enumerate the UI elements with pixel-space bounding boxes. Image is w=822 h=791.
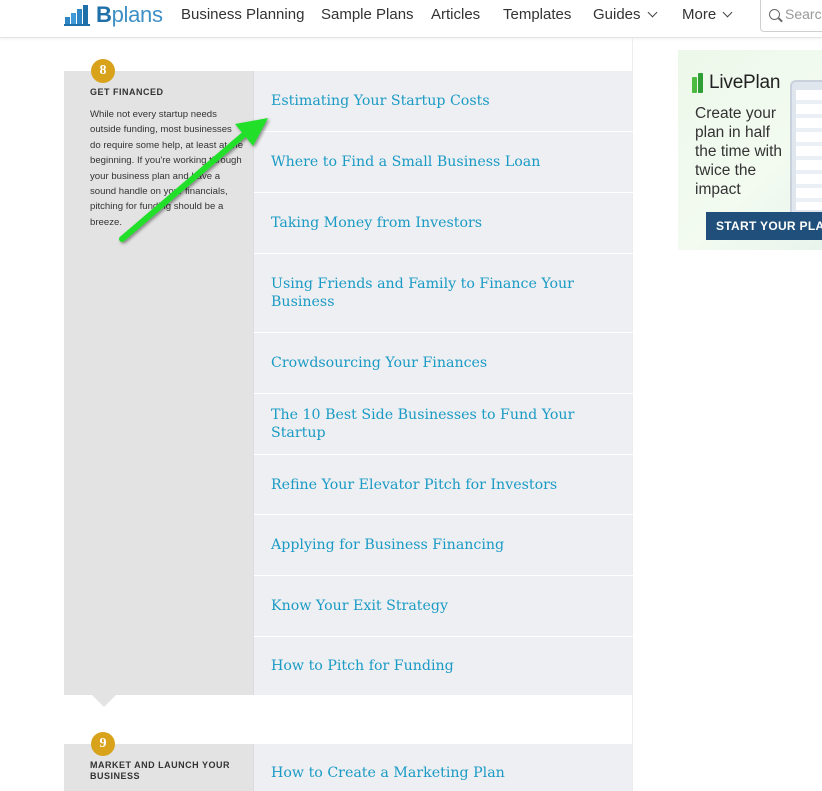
nav-more[interactable]: More bbox=[682, 6, 733, 23]
link-exit-strategy[interactable]: Know Your Exit Strategy bbox=[271, 597, 448, 615]
nav-templates[interactable]: Templates bbox=[503, 6, 571, 23]
bplans-logo[interactable]: Bplans bbox=[64, 0, 163, 30]
step-link-list: How to Create a Marketing Plan bbox=[253, 744, 632, 791]
chevron-down-icon bbox=[647, 7, 657, 18]
step-get-financed: 8 GET FINANCED While not every startup n… bbox=[64, 59, 633, 707]
liveplan-logo: LivePlan bbox=[692, 72, 780, 94]
ad-brand: LivePlan bbox=[709, 72, 781, 93]
link-applying-financing[interactable]: Applying for Business Financing bbox=[271, 536, 504, 554]
nav-more-label: More bbox=[682, 6, 717, 23]
page: Bplans Business Planning Sample Plans Ar… bbox=[0, 0, 822, 791]
step-number-badge: 9 bbox=[91, 732, 115, 756]
step-number-badge: 8 bbox=[91, 59, 115, 83]
search-input[interactable] bbox=[785, 6, 822, 22]
nav-business-planning[interactable]: Business Planning bbox=[181, 6, 304, 23]
device-mockup-image bbox=[790, 80, 822, 220]
link-elevator-pitch[interactable]: Refine Your Elevator Pitch for Investors bbox=[271, 476, 557, 494]
step-sidebar: 9 MARKET AND LAUNCH YOUR BUSINESS bbox=[64, 732, 253, 791]
list-item: Taking Money from Investors bbox=[254, 193, 633, 254]
link-marketing-plan[interactable]: How to Create a Marketing Plan bbox=[271, 764, 505, 782]
list-item: The 10 Best Side Businesses to Fund Your… bbox=[254, 394, 633, 455]
start-your-plan-button[interactable]: START YOUR PLAN bbox=[706, 212, 822, 240]
liveplan-mark-icon bbox=[692, 73, 706, 93]
step-sidebar: 8 GET FINANCED While not every startup n… bbox=[64, 59, 253, 695]
link-small-business-loan[interactable]: Where to Find a Small Business Loan bbox=[271, 153, 540, 171]
list-item: How to Pitch for Funding bbox=[254, 637, 633, 695]
nav-sample-plans[interactable]: Sample Plans bbox=[321, 6, 414, 23]
logo-wordmark: Bplans bbox=[96, 2, 163, 27]
nav-articles[interactable]: Articles bbox=[431, 6, 480, 23]
site-header: Bplans Business Planning Sample Plans Ar… bbox=[0, 0, 822, 38]
link-side-businesses[interactable]: The 10 Best Side Businesses to Fund Your… bbox=[271, 406, 621, 442]
link-friends-and-family[interactable]: Using Friends and Family to Finance Your… bbox=[271, 275, 621, 311]
list-item: Refine Your Elevator Pitch for Investors bbox=[254, 455, 633, 515]
step-description: While not every startup needs outside fu… bbox=[90, 109, 244, 228]
step-market-and-launch: 9 MARKET AND LAUNCH YOUR BUSINESS How to… bbox=[64, 732, 632, 791]
list-item: Know Your Exit Strategy bbox=[254, 576, 633, 637]
ad-tagline: Create your plan in half the time with t… bbox=[695, 105, 783, 198]
list-item: Where to Find a Small Business Loan bbox=[254, 132, 633, 193]
step-title: MARKET AND LAUNCH YOUR BUSINESS bbox=[90, 760, 230, 781]
list-item: Applying for Business Financing bbox=[254, 515, 633, 576]
bar-chart-logo-icon bbox=[64, 5, 90, 26]
list-item: Using Friends and Family to Finance Your… bbox=[254, 254, 633, 333]
link-crowdsourcing[interactable]: Crowdsourcing Your Finances bbox=[271, 354, 487, 372]
list-item: Crowdsourcing Your Finances bbox=[254, 333, 633, 394]
link-pitch-for-funding[interactable]: How to Pitch for Funding bbox=[271, 657, 454, 675]
list-item: Estimating Your Startup Costs bbox=[254, 71, 633, 132]
main-content: 8 GET FINANCED While not every startup n… bbox=[0, 38, 822, 791]
list-item: How to Create a Marketing Plan bbox=[254, 744, 633, 791]
liveplan-ad[interactable]: LivePlan Create your plan in half the ti… bbox=[678, 50, 822, 250]
link-money-from-investors[interactable]: Taking Money from Investors bbox=[271, 214, 482, 232]
nav-guides-label: Guides bbox=[593, 6, 641, 23]
search-icon bbox=[769, 8, 780, 20]
nav-guides[interactable]: Guides bbox=[593, 6, 657, 23]
search-box[interactable] bbox=[760, 0, 822, 32]
link-estimating-startup-costs[interactable]: Estimating Your Startup Costs bbox=[271, 92, 490, 110]
chevron-down-icon bbox=[722, 7, 733, 18]
step-link-list: Estimating Your Startup Costs Where to F… bbox=[253, 71, 633, 695]
step-pointer bbox=[92, 695, 116, 707]
step-title: GET FINANCED bbox=[90, 87, 164, 97]
